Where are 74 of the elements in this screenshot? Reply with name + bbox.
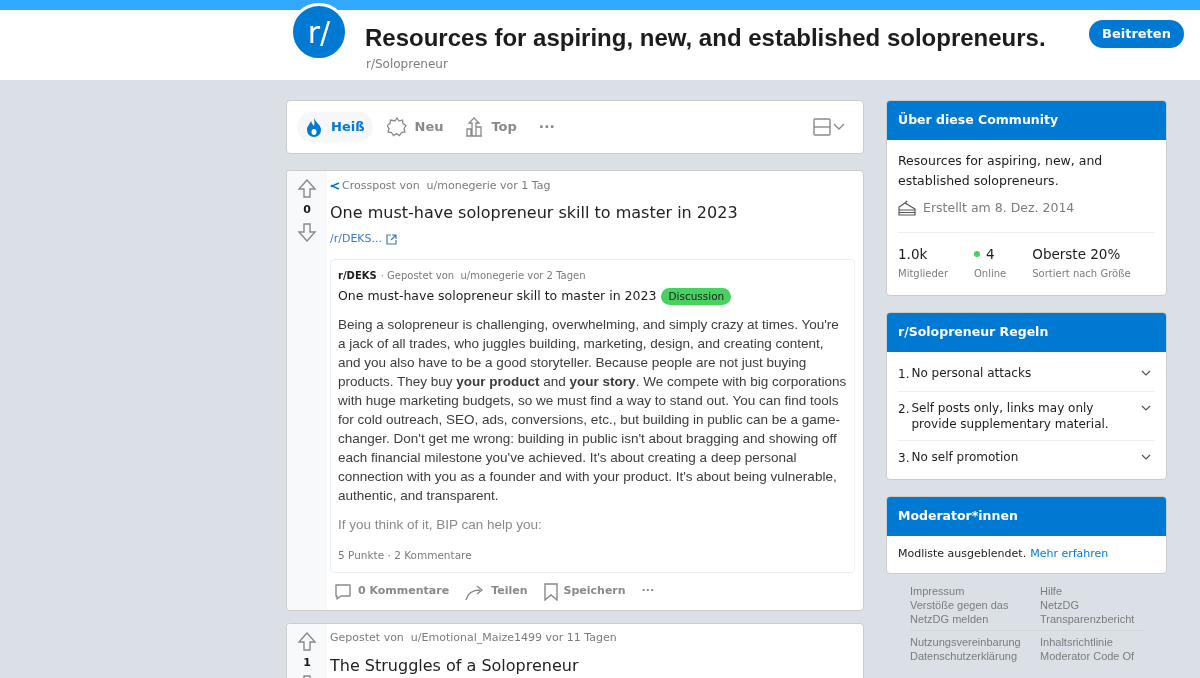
embed-meta: · Gepostet von u/monegerie vor 2 Tagen xyxy=(380,269,586,283)
crosspost-icon xyxy=(330,181,340,191)
post-title[interactable]: One must-have solopreneur skill to master in 2023 xyxy=(330,201,855,225)
chevron-down-icon xyxy=(1141,405,1151,411)
embed-title: One must-have solopreneur skill to master in 2023 xyxy=(338,287,657,305)
community-description: Resources for aspiring, new, and established solopreneurs. xyxy=(898,152,1104,190)
more-button[interactable]: ··· xyxy=(637,576,659,607)
post-meta: Gepostet von u/Emotional_Maize1499 vor 11 Tagen xyxy=(330,630,617,647)
stat-label: Mitglieder xyxy=(898,267,948,281)
embed-paragraph: If you think of it, BIP can help you: xyxy=(338,515,543,534)
footer-link[interactable]: Hilfe xyxy=(1040,583,1062,598)
comments-button[interactable]: 0 Kommentare xyxy=(330,576,454,607)
subreddit-title: Resources for aspiring, new, and established solopreneurs. xyxy=(365,23,1046,53)
vote-count: 1 xyxy=(303,654,311,671)
bar-chart-arrow-icon xyxy=(465,117,484,137)
cake-icon xyxy=(898,200,916,217)
join-button[interactable]: Beitreten xyxy=(1089,20,1184,48)
rule-text: Self posts only, links may only provide supplementary material. xyxy=(911,400,1110,432)
stat-value: 4 xyxy=(986,244,995,264)
external-link-icon xyxy=(386,233,398,245)
rule-item[interactable]: 2. Self posts only, links may only provide supplementary material. xyxy=(898,391,1155,440)
rule-text: No personal attacks xyxy=(911,365,1033,381)
footer-link[interactable]: Moderator Code Of xyxy=(1040,648,1135,663)
stat-value: Oberste 20% xyxy=(1032,244,1121,264)
rule-text: No self promotion xyxy=(911,449,1020,465)
post-meta: Crosspost von u/monegerie vor 1 Tag xyxy=(342,177,551,194)
stat-value: 1.0k xyxy=(898,244,928,264)
footer-link[interactable]: Transparenzbericht xyxy=(1040,611,1135,626)
chevron-down-icon xyxy=(1141,454,1151,460)
more-button[interactable]: ··· xyxy=(538,116,555,138)
save-button[interactable]: Speichern xyxy=(539,576,630,607)
learn-more-link[interactable]: Mehr erfahren xyxy=(1030,546,1109,563)
rule-number: 2. xyxy=(898,401,910,418)
sort-tab[interactable]: Neu xyxy=(378,112,452,142)
embed-subreddit[interactable]: r/DEKS xyxy=(338,268,377,283)
rule-item[interactable]: 1. No personal attacks xyxy=(898,352,1155,391)
card-heading: r/Solopreneur Regeln xyxy=(887,313,1166,352)
moderator-note: Modliste ausgeblendet. xyxy=(898,546,1027,562)
card-layout-icon xyxy=(813,118,831,136)
post-link[interactable]: /r/DEKS... xyxy=(330,231,398,248)
chevron-down-icon xyxy=(1141,370,1151,376)
subreddit-logo: r/ xyxy=(290,3,348,61)
crosspost-embed[interactable] xyxy=(330,259,855,573)
sparkle-badge-icon xyxy=(386,117,407,137)
sort-tab[interactable]: Top xyxy=(457,112,525,142)
footer-link[interactable]: Impressum xyxy=(910,583,1022,598)
post-title[interactable]: The Struggles of a Solopreneur xyxy=(330,653,855,678)
footer-link[interactable]: NetzDG xyxy=(1040,597,1080,612)
footer-link[interactable]: Verstöße gegen das NetzDG melden xyxy=(910,597,1022,626)
card-heading: Moderator*innen xyxy=(887,497,1166,536)
footer-link[interactable]: Datenschutzerklärung xyxy=(910,648,1022,663)
bookmark-icon xyxy=(543,582,558,601)
footer-link[interactable]: Inhaltsrichtlinie xyxy=(1040,634,1113,649)
vote-count: 0 xyxy=(303,202,311,218)
subreddit-name: r/Solopreneur xyxy=(366,56,448,73)
speech-bubble-icon xyxy=(334,582,352,601)
rule-item[interactable]: 3. No self promotion xyxy=(898,440,1155,475)
stat-label: Sortiert nach Größe xyxy=(1032,267,1131,281)
flame-icon xyxy=(305,117,323,137)
caret-icon xyxy=(833,123,845,131)
sort-tab[interactable]: Heiß xyxy=(297,112,373,142)
rule-number: 3. xyxy=(898,450,910,467)
upvote-icon[interactable] xyxy=(297,631,317,652)
footer-link[interactable]: Nutzungsvereinbarung xyxy=(910,634,1022,649)
upvote-icon[interactable] xyxy=(297,179,317,199)
downvote-icon[interactable] xyxy=(297,221,317,242)
embed-paragraph: Being a solopreneur is challenging, overwhelming, and simply crazy at times. You're a jack of all trades, who juggles building, marketing, design, and creating content, and you also have to be a good storyteller. Because people are not just buying products. They buy your product and your story. We compete with big corporations with huge marketing budgets, so we must find a way to stand out. You can find tools for cold outreach, SEO, ads, conversions, etc., but building in public can be a game-changer. Don't get me wrong: building in public isn't about bragging and showing off each financial milestone you've achieved. It's about creating a deep personal connection with you as a founder and with your product. It's about being vulnerable, authentic, and transparent. xyxy=(338,315,847,505)
share-button[interactable]: Teilen xyxy=(461,576,532,607)
card-heading: Über diese Community xyxy=(887,101,1166,140)
embed-stats: 5 Punkte · 2 Kommentare xyxy=(338,547,473,563)
created-date: Erstellt am 8. Dez. 2014 xyxy=(923,199,1075,217)
flair-tag: Discussion xyxy=(661,287,732,306)
stat-label: Online xyxy=(974,267,1007,281)
rule-number: 1. xyxy=(898,366,910,383)
